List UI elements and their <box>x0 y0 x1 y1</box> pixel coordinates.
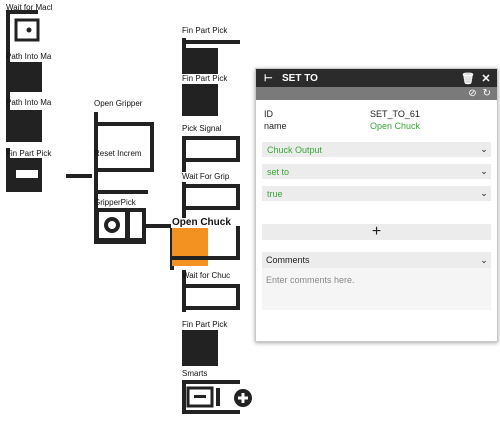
right-block-label: Wait For Grip <box>182 172 230 181</box>
set-to-icon: ⊢ <box>264 72 273 84</box>
id-label: ID <box>264 109 273 119</box>
right-block-open-chuck[interactable] <box>170 226 240 270</box>
panel-header: ⊢ SET TO 🗑 ✕ <box>256 69 497 87</box>
right-block-label: Fin Part Pick <box>182 320 228 329</box>
right-block-label: Pick Signal <box>182 124 222 133</box>
middle-block-gripper-pick[interactable] <box>94 208 172 244</box>
value-dropdown-value: true <box>267 188 283 199</box>
properties-panel: ⊢ SET TO 🗑 ✕ ⊘ ↻ ID SET_TO_61 name Open … <box>255 68 498 342</box>
middle-block-label: GripperPick <box>94 198 136 207</box>
operation-dropdown[interactable]: set to ⌄ <box>262 164 491 179</box>
comments-header[interactable]: Comments ⌄ <box>262 252 491 268</box>
left-block-label: Wait for Macl <box>6 3 53 12</box>
comments-label: Comments <box>266 255 310 265</box>
left-block-wait-for-machine[interactable] <box>6 10 40 46</box>
name-label: name <box>264 121 287 131</box>
right-block-pick-signal[interactable] <box>182 136 240 172</box>
right-block-fin-part-pick-3[interactable] <box>182 330 218 366</box>
panel-title: SET TO <box>282 72 318 84</box>
panel-toolbar: ⊘ ↻ <box>256 87 497 100</box>
chevron-down-icon: ⌄ <box>480 166 488 176</box>
chevron-down-icon: ⌄ <box>480 254 488 265</box>
chevron-down-icon: ⌄ <box>480 188 488 198</box>
comments-placeholder: Enter comments here. <box>266 275 355 285</box>
value-dropdown[interactable]: true ⌄ <box>262 186 491 201</box>
right-block-label: Wait for Chuc <box>182 271 231 280</box>
right-block-label-selected: Open Chuck <box>171 217 232 228</box>
left-block-label: Path Into Ma <box>6 52 52 61</box>
trash-icon[interactable]: 🗑 <box>461 72 475 85</box>
right-block-label: Fin Part Pick <box>182 74 228 83</box>
disable-icon[interactable]: ⊘ <box>468 88 476 99</box>
left-block-label: Path Into Ma <box>6 98 52 107</box>
right-block-label: Smarts <box>182 369 208 378</box>
operation-dropdown-value: set to <box>267 166 290 177</box>
close-icon[interactable]: ✕ <box>479 72 493 85</box>
name-row: name Open Chuck <box>256 120 497 132</box>
left-block-label: Fin Part Pick <box>6 149 52 158</box>
right-block-fin-part-pick-2[interactable] <box>182 84 218 116</box>
right-block-fin-part-pick-1[interactable] <box>182 38 240 74</box>
chevron-down-icon: ⌄ <box>480 144 488 154</box>
add-block-icon[interactable] <box>234 389 252 407</box>
right-block-wait-for-grip[interactable] <box>182 182 240 222</box>
output-dropdown[interactable]: Chuck Output ⌄ <box>262 142 491 157</box>
middle-block-label: Open Gripper <box>94 99 143 108</box>
id-row: ID SET_TO_61 <box>256 108 497 120</box>
output-dropdown-value: Chuck Output <box>267 144 323 155</box>
id-value: SET_TO_61 <box>370 109 420 119</box>
add-row-button[interactable]: + <box>262 223 491 240</box>
name-value[interactable]: Open Chuck <box>370 120 420 132</box>
middle-block-label: Reset Increm <box>94 149 142 158</box>
right-block-smarts[interactable] <box>182 380 240 414</box>
reset-icon[interactable]: ↻ <box>483 88 491 99</box>
right-block-label: Fin Part Pick <box>182 26 228 35</box>
comments-field[interactable]: Enter comments here. <box>262 268 491 310</box>
plus-icon: + <box>371 223 382 240</box>
